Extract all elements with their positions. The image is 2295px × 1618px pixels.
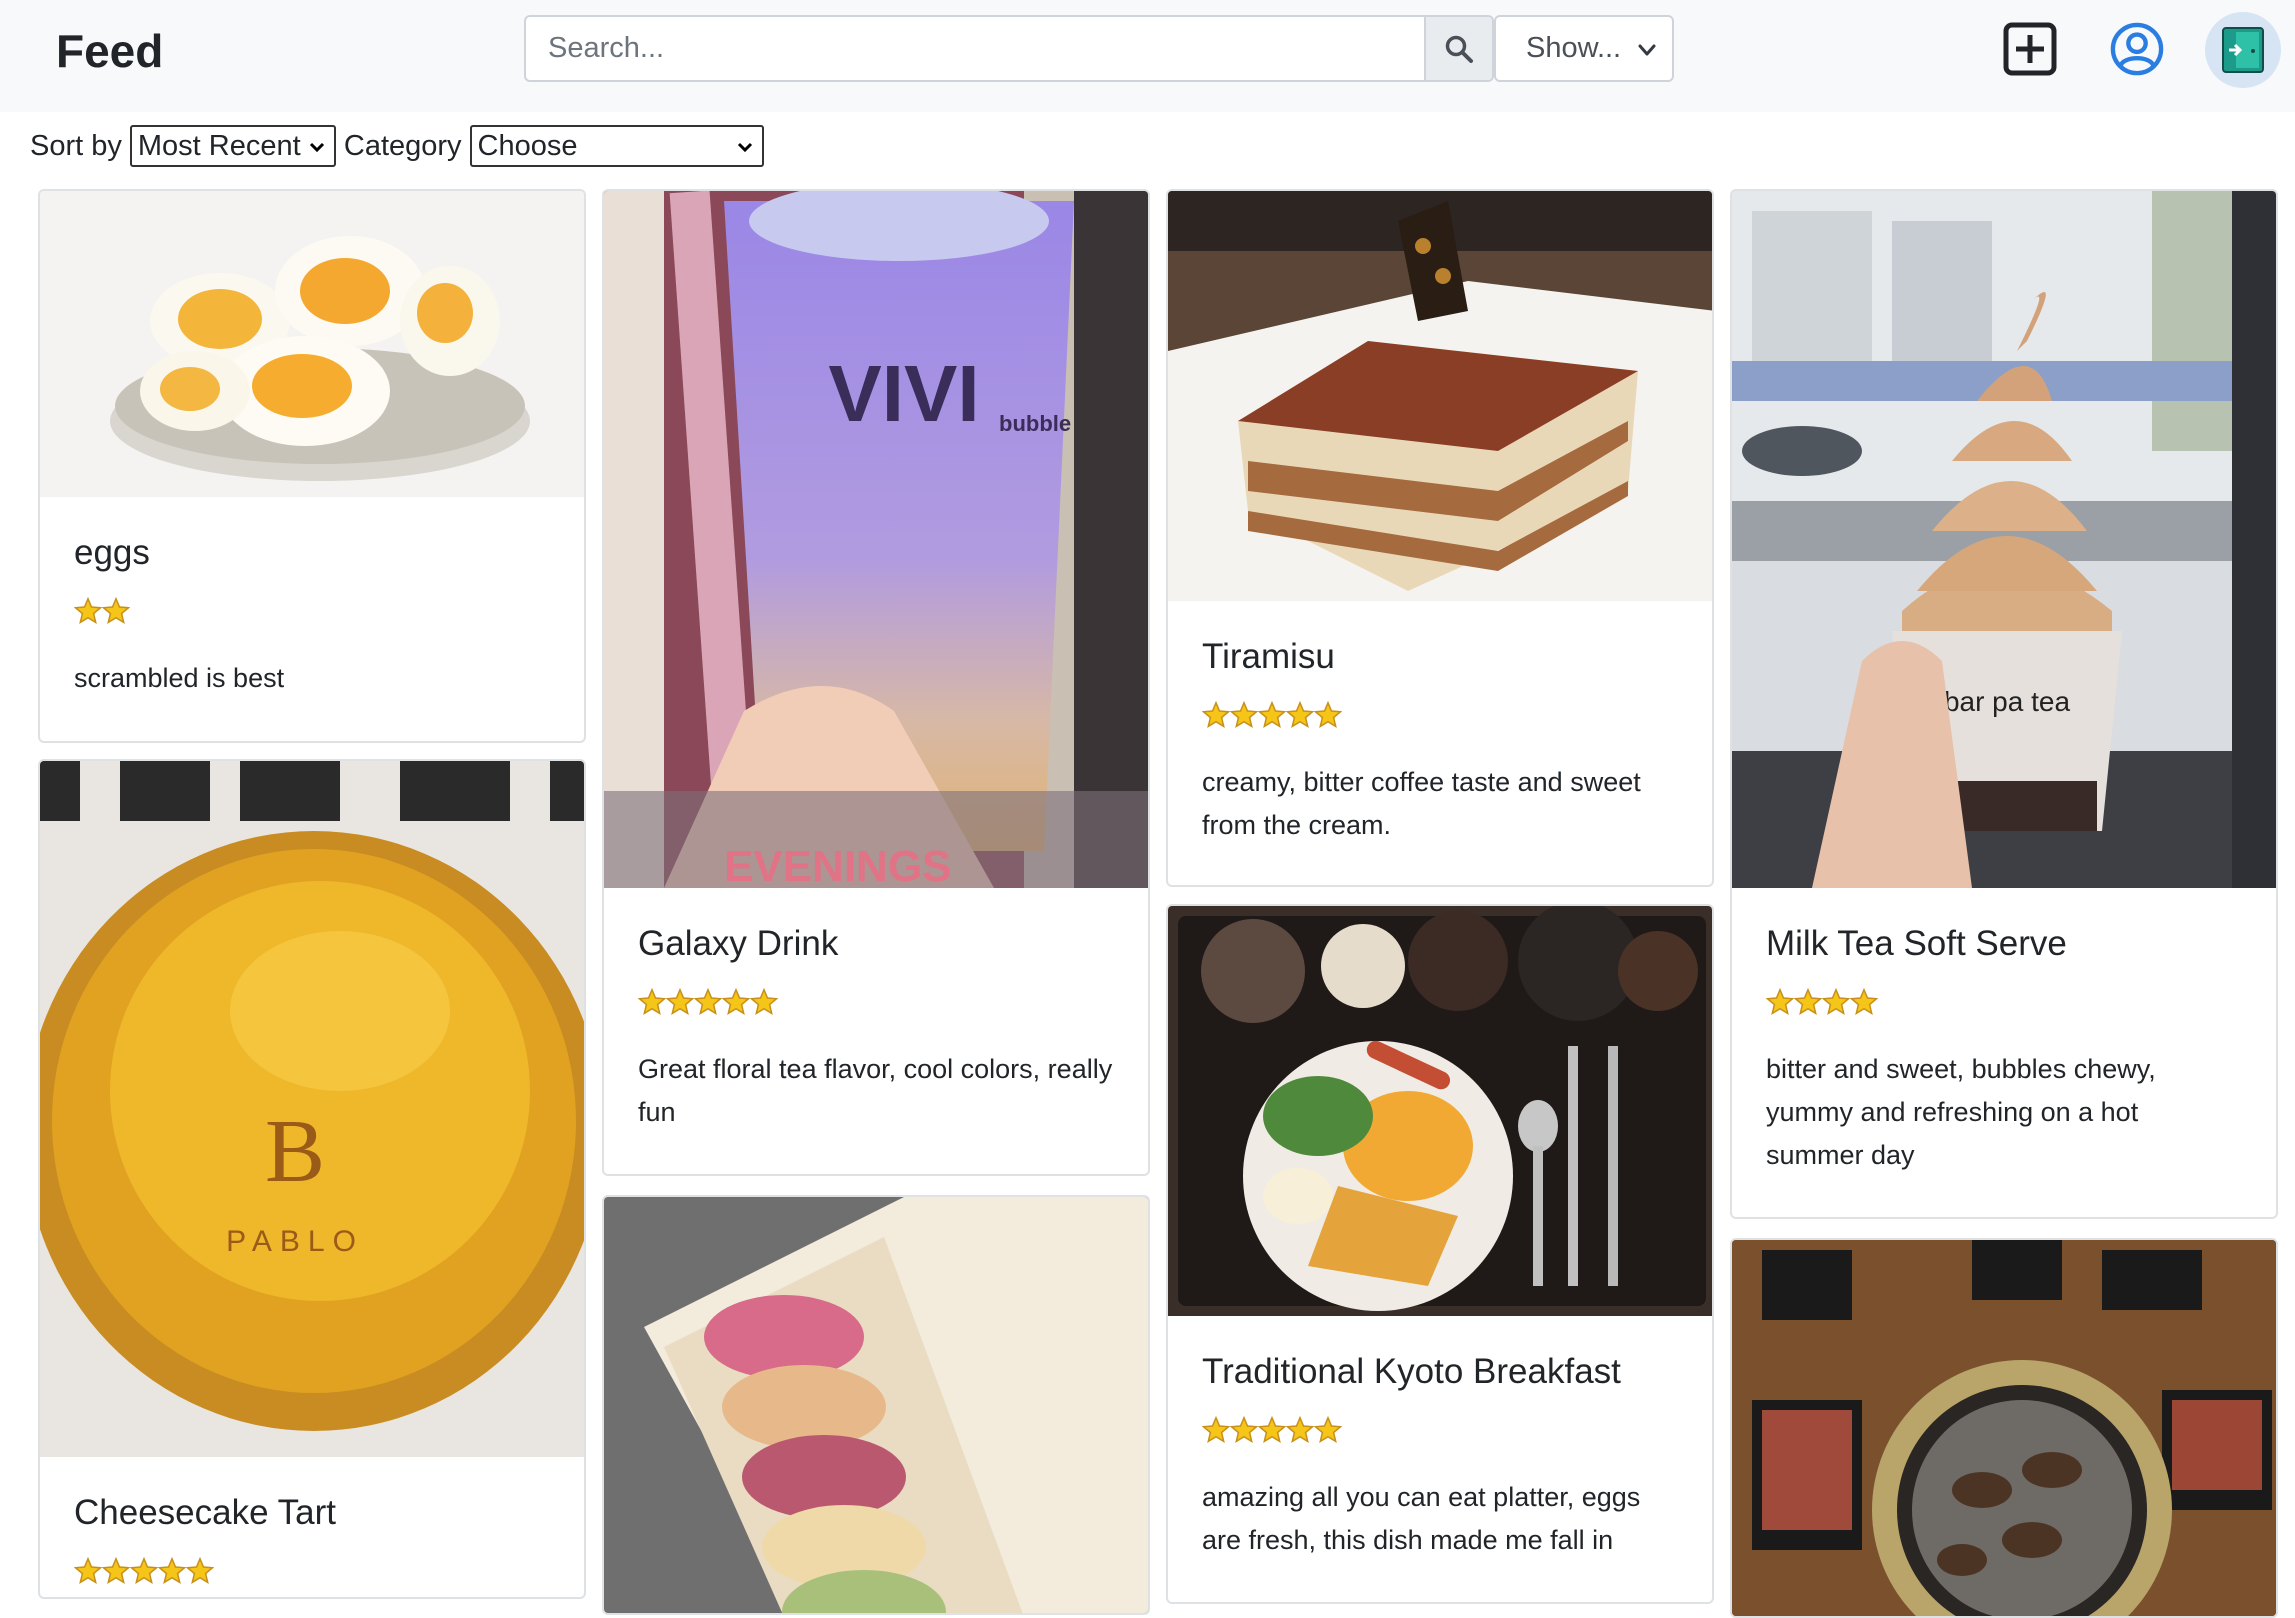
star-icon — [1794, 988, 1822, 1016]
star-icon — [1850, 988, 1878, 1016]
star-icon — [1286, 1416, 1314, 1444]
brand-title[interactable]: Feed — [56, 24, 163, 78]
post-image — [604, 1197, 1148, 1613]
star-icon — [1314, 701, 1342, 729]
star-rating — [1766, 988, 2242, 1024]
post-description: amazing all you can eat platter, eggs ar… — [1202, 1482, 1641, 1555]
star-icon — [1230, 1416, 1258, 1444]
star-icon — [638, 988, 666, 1016]
post-image — [40, 191, 584, 497]
post-title: Traditional Kyoto Breakfast — [1202, 1352, 1621, 1391]
post-card[interactable]: eggs scrambled is best — [38, 189, 586, 743]
search-button[interactable] — [1424, 17, 1492, 80]
svg-text:EVENINGS: EVENINGS — [724, 842, 951, 888]
star-icon — [186, 1557, 214, 1585]
star-icon — [1766, 988, 1794, 1016]
star-icon — [1258, 701, 1286, 729]
svg-text:PABLO: PABLO — [226, 1225, 364, 1258]
star-icon — [74, 597, 102, 625]
star-icon — [1202, 701, 1230, 729]
star-icon — [694, 988, 722, 1016]
post-description: scrambled is best — [74, 663, 285, 693]
star-icon — [722, 988, 750, 1016]
post-description: Great floral tea flavor, cool colors, re… — [638, 1054, 1113, 1127]
chevron-down-icon — [1638, 44, 1656, 56]
post-card[interactable]: Tiramisu creamy, bitter coffee taste and… — [1166, 189, 1714, 887]
star-icon — [130, 1557, 158, 1585]
star-rating — [1202, 701, 1678, 737]
post-title: eggs — [74, 533, 150, 572]
star-icon — [74, 1557, 102, 1585]
plus-square-icon — [2003, 22, 2057, 76]
post-description: creamy, bitter coffee taste and sweet fr… — [1202, 767, 1641, 840]
svg-text:bar pa tea: bar pa tea — [1944, 686, 2071, 717]
star-icon — [1314, 1416, 1342, 1444]
sort-select[interactable]: Most Recent — [129, 125, 336, 167]
navbar: Feed Show... — [0, 0, 2295, 112]
star-icon — [750, 988, 778, 1016]
post-description: bitter and sweet, bubbles chewy, yummy a… — [1766, 1054, 2156, 1170]
post-image: B PABLO — [40, 761, 584, 1457]
exit-door-icon — [2222, 27, 2264, 73]
star-icon — [102, 597, 130, 625]
sort-select-value: Most Recent — [137, 130, 301, 162]
category-select[interactable]: Choose — [469, 125, 764, 167]
svg-text:VIVI: VIVI — [828, 349, 979, 438]
search-group — [524, 15, 1494, 82]
post-card[interactable]: VIVI bubble EVENINGS Galaxy Drink Great … — [602, 189, 1150, 1176]
post-card[interactable]: bar pa tea Milk Tea Soft Serve bitter an… — [1730, 189, 2278, 1219]
star-icon — [666, 988, 694, 1016]
post-image: VIVI bubble EVENINGS — [604, 191, 1148, 888]
star-rating — [74, 1557, 550, 1593]
post-title: Galaxy Drink — [638, 924, 839, 963]
search-input[interactable] — [526, 17, 1426, 80]
user-circle-icon — [2110, 22, 2164, 76]
add-post-button[interactable] — [2003, 22, 2057, 76]
category-label: Category — [343, 129, 462, 162]
post-image — [1168, 191, 1712, 601]
post-image — [1168, 906, 1712, 1316]
post-image: bar pa tea — [1732, 191, 2276, 888]
star-icon — [102, 1557, 130, 1585]
post-image — [1732, 1240, 2276, 1616]
svg-text:B: B — [265, 1102, 325, 1201]
svg-text:bubble: bubble — [999, 411, 1071, 436]
post-title: Cheesecake Tart — [74, 1493, 337, 1532]
filter-bar: Sort by Most Recent Category Choose — [30, 124, 772, 168]
category-select-value: Choose — [477, 130, 578, 162]
post-title: Tiramisu — [1202, 637, 1335, 676]
star-icon — [1286, 701, 1314, 729]
chevron-down-icon — [737, 142, 752, 153]
show-select[interactable]: Show... — [1494, 15, 1674, 82]
star-icon — [1230, 701, 1258, 729]
star-icon — [1822, 988, 1850, 1016]
show-select-value: Show... — [1526, 32, 1622, 64]
post-card[interactable] — [602, 1195, 1150, 1615]
logout-button[interactable] — [2205, 12, 2281, 88]
post-title: Milk Tea Soft Serve — [1766, 924, 2067, 963]
post-card[interactable]: Traditional Kyoto Breakfast amazing all … — [1166, 904, 1714, 1604]
star-rating — [638, 988, 1114, 1024]
post-card[interactable] — [1730, 1238, 2278, 1618]
sort-label: Sort by — [30, 129, 122, 162]
star-rating — [1202, 1416, 1678, 1452]
star-icon — [1258, 1416, 1286, 1444]
post-card[interactable]: B PABLO Cheesecake Tart — [38, 759, 586, 1599]
star-icon — [158, 1557, 186, 1585]
chevron-down-icon — [309, 142, 324, 153]
search-icon — [1445, 35, 1473, 63]
star-icon — [1202, 1416, 1230, 1444]
star-rating — [74, 597, 550, 633]
profile-button[interactable] — [2110, 22, 2164, 76]
